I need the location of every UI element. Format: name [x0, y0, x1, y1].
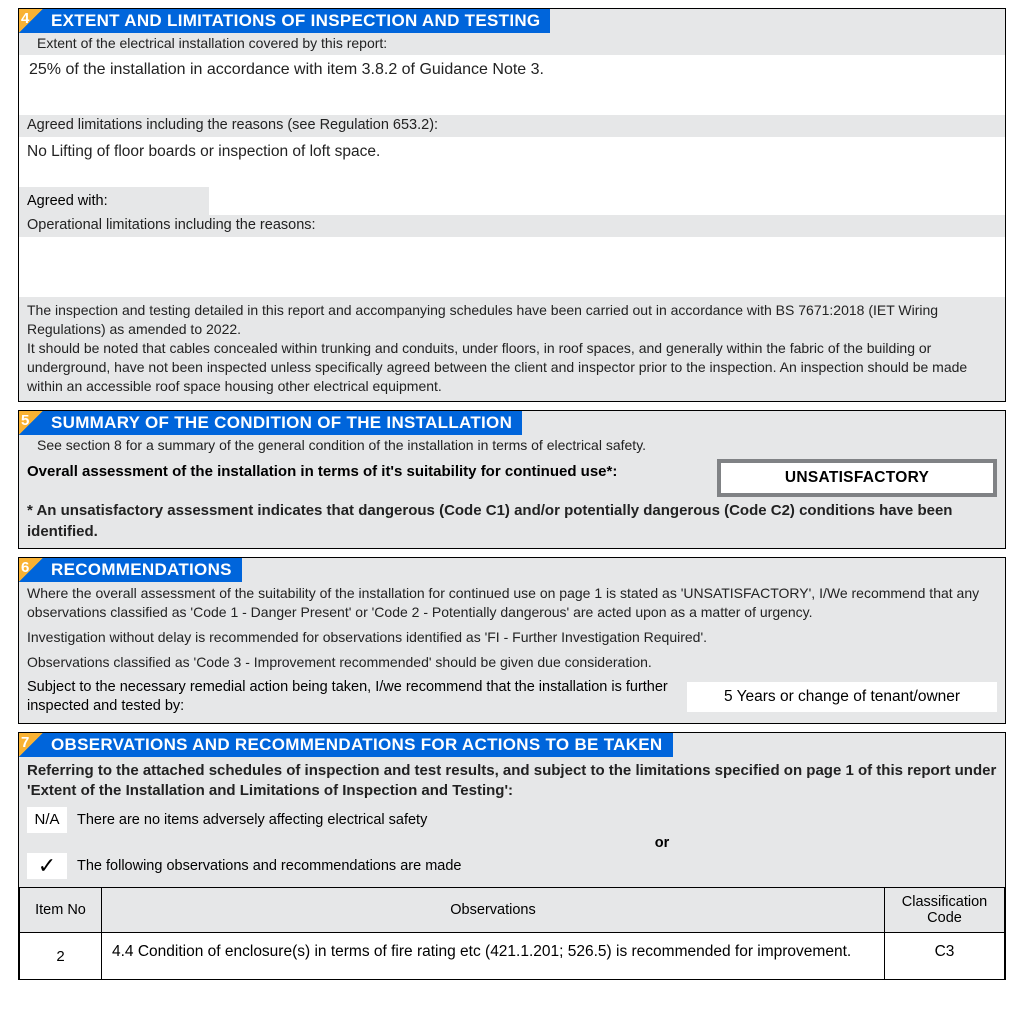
section-4-notes: The inspection and testing detailed in t…	[19, 297, 1005, 401]
agreed-with-label: Agreed with:	[19, 187, 209, 215]
obs-text: 4.4 Condition of enclosure(s) in terms o…	[102, 933, 885, 980]
section-5-subhead: See section 8 for a summary of the gener…	[19, 435, 1005, 457]
obs-option-1-check: N/A	[27, 807, 67, 833]
extent-label: Extent of the electrical installation co…	[19, 33, 1005, 55]
obs-option-2-label: The following observations and recommend…	[77, 858, 461, 874]
observations-table: Item No Observations Classification Code…	[19, 887, 1005, 980]
section-number-5: 5	[19, 411, 43, 435]
rec-para-1: Where the overall assessment of the suit…	[19, 582, 1005, 628]
section-5-header: 5 SUMMARY OF THE CONDITION OF THE INSTAL…	[19, 411, 1005, 435]
next-inspection-label: Subject to the necessary remedial action…	[27, 678, 687, 717]
col-header-observations: Observations	[102, 888, 885, 933]
agreed-with-row: Agreed with:	[19, 187, 1005, 215]
obs-option-2-check: ✓	[27, 853, 67, 879]
observations-intro: Referring to the attached schedules of i…	[19, 757, 1005, 808]
extent-value: 25% of the installation in accordance wi…	[19, 55, 1005, 115]
col-header-item: Item No	[20, 888, 102, 933]
limits-value: No Lifting of floor boards or inspection…	[19, 137, 1005, 187]
obs-or: or	[319, 835, 1005, 853]
next-inspection-row: Subject to the necessary remedial action…	[19, 678, 1005, 723]
section-observations: 7 OBSERVATIONS AND RECOMMENDATIONS FOR A…	[18, 732, 1006, 981]
section-number-4: 4	[19, 9, 43, 33]
assessment-row: Overall assessment of the installation i…	[19, 457, 1005, 499]
obs-option-1: N/A There are no items adversely affecti…	[19, 807, 1005, 835]
obs-item-no: 2	[20, 933, 102, 980]
rec-para-2: Investigation without delay is recommend…	[19, 628, 1005, 653]
section-6-header: 6 RECOMMENDATIONS	[19, 558, 1005, 582]
next-inspection-value: 5 Years or change of tenant/owner	[687, 682, 997, 712]
table-row: 2 4.4 Condition of enclosure(s) in terms…	[20, 933, 1005, 980]
section-6-title: RECOMMENDATIONS	[19, 558, 242, 582]
assessment-label: Overall assessment of the installation i…	[27, 459, 697, 480]
agreed-with-value	[209, 187, 1005, 215]
op-limits-label: Operational limitations including the re…	[19, 215, 1005, 237]
section-4-header: 4 EXTENT AND LIMITATIONS OF INSPECTION A…	[19, 9, 1005, 33]
assessment-value: UNSATISFACTORY	[717, 459, 997, 497]
section-7-header: 7 OBSERVATIONS AND RECOMMENDATIONS FOR A…	[19, 733, 1005, 757]
section-number-7: 7	[19, 733, 43, 757]
col-header-classification: Classification Code	[885, 888, 1005, 933]
section-number-6: 6	[19, 558, 43, 582]
section-7-title: OBSERVATIONS AND RECOMMENDATIONS FOR ACT…	[19, 733, 673, 757]
assessment-footnote: * An unsatisfactory assessment indicates…	[19, 499, 1005, 548]
section-summary: 5 SUMMARY OF THE CONDITION OF THE INSTAL…	[18, 410, 1006, 549]
section-4-title: EXTENT AND LIMITATIONS OF INSPECTION AND…	[19, 9, 550, 33]
section-extent-limitations: 4 EXTENT AND LIMITATIONS OF INSPECTION A…	[18, 8, 1006, 402]
section-5-title: SUMMARY OF THE CONDITION OF THE INSTALLA…	[19, 411, 522, 435]
op-limits-value	[19, 237, 1005, 297]
rec-para-3: Observations classified as 'Code 3 - Imp…	[19, 653, 1005, 678]
limits-label: Agreed limitations including the reasons…	[19, 115, 1005, 137]
obs-option-2: ✓ The following observations and recomme…	[19, 853, 1005, 881]
obs-option-1-label: There are no items adversely affecting e…	[77, 812, 427, 828]
obs-class-code: C3	[885, 933, 1005, 980]
section-recommendations: 6 RECOMMENDATIONS Where the overall asse…	[18, 557, 1006, 724]
